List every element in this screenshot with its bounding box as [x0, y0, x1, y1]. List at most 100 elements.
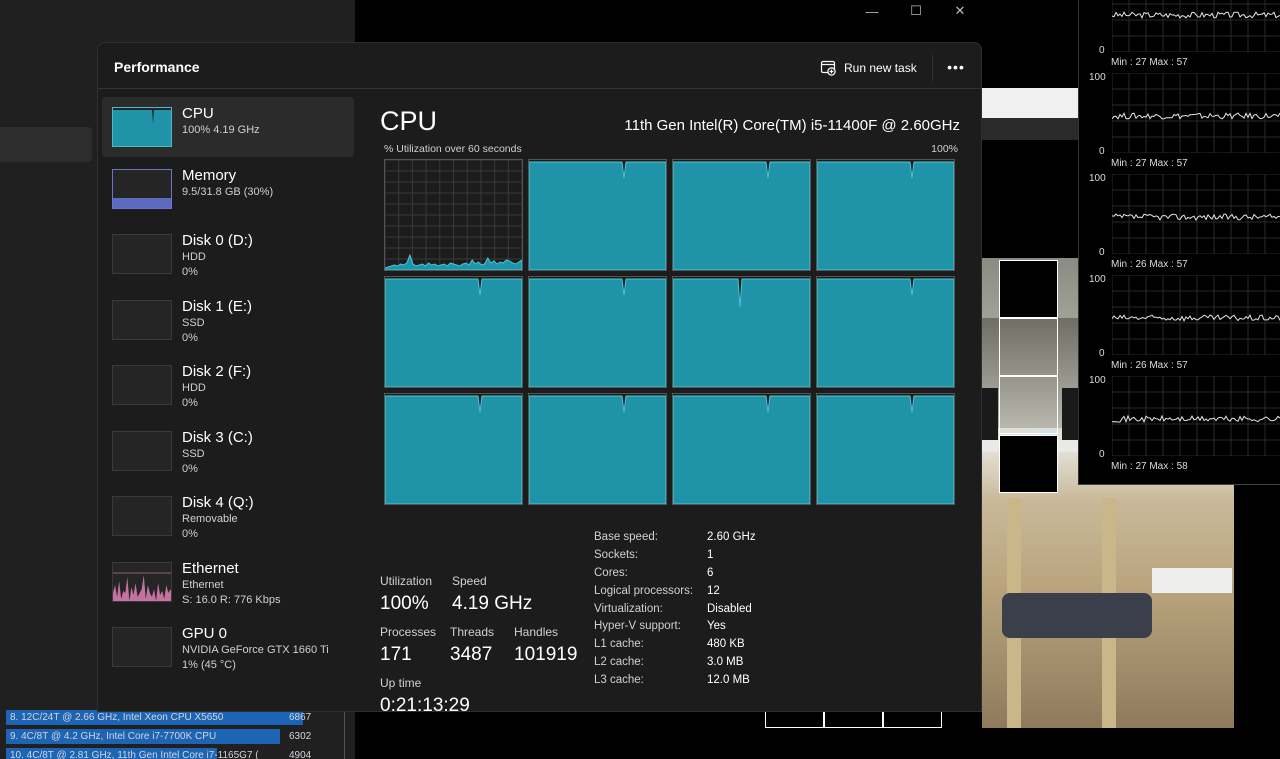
core-utilization-area	[817, 395, 954, 504]
spec-value: 6	[707, 566, 714, 579]
sidebar-item-disk-4-q[interactable]: Disk 4 (Q:) Removable 0%	[102, 486, 354, 550]
graph-max-label: 100	[1089, 274, 1106, 285]
memory-thumbnail-fill	[113, 197, 171, 208]
spec-label: Logical processors:	[594, 584, 694, 597]
stat-value: 171	[380, 644, 412, 665]
page-header: Performance Run new task •••	[98, 43, 981, 89]
core-monitor-plot	[1112, 174, 1280, 254]
stat-threads: Threads 3487	[450, 625, 494, 666]
sidebar-item-detail: Removable	[182, 513, 238, 525]
background-grid-cell	[999, 260, 1058, 318]
logical-processor-graph	[816, 276, 955, 388]
spec-row: L2 cache: 3.0 MB	[594, 656, 756, 674]
close-button[interactable]: ✕	[938, 0, 982, 22]
graph-zero-label: 0	[1099, 449, 1105, 460]
core-utilization-area	[529, 395, 666, 504]
sidebar-item-detail: 100% 4.19 GHz	[182, 124, 260, 136]
sidebar-item-disk-0-d[interactable]: Disk 0 (D:) HDD 0%	[102, 224, 354, 288]
window-caption-buttons: — ☐ ✕	[850, 0, 982, 24]
sidebar-item-ethernet[interactable]: Ethernet Ethernet S: 16.0 R: 776 Kbps	[102, 552, 354, 616]
core-monitor-graph: 100 0 Min : 27 Max : 58	[1079, 375, 1280, 477]
spec-value: 2.60 GHz	[707, 531, 756, 543]
core-monitor-graph: 100 0 Min : 27 Max : 57	[1079, 72, 1280, 174]
background-window-strip	[982, 88, 1082, 118]
cpu-thumbnail-fill	[113, 110, 171, 146]
graph-zero-label: 0	[1099, 348, 1105, 359]
spec-row: Cores: 6	[594, 567, 756, 585]
sidebar-item-gpu-0[interactable]: GPU 0 NVIDIA GeForce GTX 1660 Ti 1% (45 °C…	[102, 617, 354, 681]
graph-max-label: 100	[1089, 173, 1106, 184]
stat-handles: Handles 101919	[514, 625, 577, 666]
sidebar-item-disk-2-f[interactable]: Disk 2 (F:) HDD 0%	[102, 355, 354, 419]
core-monitor-panel: 0 Min : 27 Max : 57 100 0 Min : 27 Max : 57 1…	[1078, 0, 1280, 485]
stat-utilization: Utilization 100%	[380, 574, 432, 615]
core-monitor-graph: 100 0 Min : 26 Max : 57	[1079, 173, 1280, 275]
core-utilization-area	[529, 278, 666, 387]
spec-value: 1	[707, 548, 714, 561]
background-grid-cell	[999, 435, 1058, 493]
sidebar-item-memory[interactable]: Memory 9.5/31.8 GB (30%)	[102, 159, 354, 223]
logical-processor-graph	[672, 159, 811, 271]
spec-row: Hyper-V support: Yes	[594, 620, 756, 638]
spec-row: Virtualization: Disabled	[594, 603, 756, 621]
sidebar-item-thumbnail	[112, 168, 172, 209]
cpu-model-name: 11th Gen Intel(R) Core(TM) i5-11400F @ 2…	[624, 117, 960, 134]
stat-uptime: Up time 0:21:13:29	[380, 676, 470, 711]
core-monitor-plot	[1112, 73, 1280, 153]
core-monitor-line	[1112, 112, 1280, 120]
sidebar-item-thumbnail	[112, 299, 172, 340]
sidebar-item-cpu[interactable]: CPU 100% 4.19 GHz	[102, 97, 354, 157]
sidebar-item-thumbnail	[112, 561, 172, 602]
logical-processor-graph	[816, 393, 955, 505]
logical-processor-graphs	[384, 159, 957, 506]
core-monitor-plot	[1112, 376, 1280, 456]
core-monitor-graph: 0 Min : 27 Max : 57	[1079, 0, 1280, 73]
sidebar-item-detail: Ethernet	[182, 578, 224, 591]
core-monitor-plot	[1112, 0, 1280, 52]
cpu-specs-table: Base speed: 2.60 GHz Sockets: 1 Cores: 6 Logic…	[594, 531, 756, 692]
benchmark-score: 4904	[289, 750, 312, 759]
background-window-toolbar	[982, 118, 1082, 140]
graph-min-max-label: Min : 26 Max : 57	[1111, 259, 1188, 270]
sidebar-item-thumbnail	[112, 430, 172, 471]
page-title: Performance	[114, 59, 200, 75]
more-options-button[interactable]: •••	[944, 57, 968, 79]
spec-value: 3.0 MB	[707, 656, 744, 669]
sidebar-item-detail: 9.5/31.8 GB (30%)	[182, 185, 274, 198]
minimize-button[interactable]: —	[850, 0, 894, 22]
sidebar-item-detail: NVIDIA GeForce GTX 1660 Ti	[182, 644, 329, 656]
spec-value: Disabled	[707, 602, 752, 615]
logical-processor-graph	[672, 276, 811, 388]
sidebar-item-name: Disk 1 (E:)	[182, 297, 253, 315]
photo-picture-frame	[982, 388, 998, 443]
core-utilization-area	[817, 278, 954, 387]
sidebar-item-disk-1-e[interactable]: Disk 1 (E:) SSD 0%	[102, 290, 354, 354]
run-task-icon	[820, 60, 836, 76]
logical-processor-graph	[384, 393, 523, 505]
sidebar-item-usage: 0%	[182, 462, 198, 475]
sidebar-item-detail: HDD	[182, 382, 206, 394]
utilization-graph-label: % Utilization over 60 seconds	[384, 143, 522, 155]
background-grid-cell	[999, 376, 1058, 434]
run-new-task-button[interactable]: Run new task	[820, 57, 917, 79]
sidebar-item-name: Disk 4 (Q:)	[182, 494, 254, 511]
sidebar-item-detail: SSD	[182, 447, 205, 460]
sidebar-item-thumbnail	[112, 107, 172, 147]
benchmark-score: 6302	[289, 731, 312, 742]
logical-processor-graph	[528, 393, 667, 505]
sidebar-item-detail: SSD	[182, 316, 205, 329]
sidebar-item-usage: S: 16.0 R: 776 Kbps	[182, 593, 281, 606]
logical-processor-graph	[528, 276, 667, 388]
core-utilization-area	[385, 395, 522, 504]
stat-label: Speed	[452, 574, 487, 588]
sidebar-item-usage: 0%	[182, 331, 198, 344]
spec-row: Base speed: 2.60 GHz	[594, 531, 756, 549]
graph-min-max-label: Min : 27 Max : 57	[1111, 158, 1188, 169]
header-divider	[932, 55, 933, 81]
task-manager-titlebar[interactable]: — ☐ ✕	[0, 0, 982, 42]
maximize-button[interactable]: ☐	[894, 0, 938, 22]
sidebar-item-name: Memory	[182, 166, 237, 184]
performance-sidebar: CPU 100% 4.19 GHz Memory 9.5/31.8 GB (30%) D…	[102, 97, 354, 683]
sidebar-item-name: CPU	[182, 105, 214, 122]
sidebar-item-disk-3-c[interactable]: Disk 3 (C:) SSD 0%	[102, 421, 354, 485]
